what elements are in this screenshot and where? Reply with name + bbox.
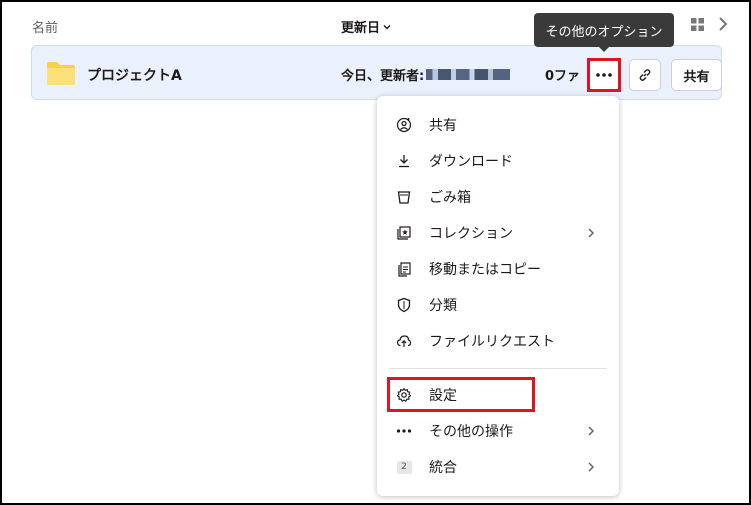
link-icon xyxy=(639,69,651,81)
menu-item-label: ファイルリクエスト xyxy=(429,334,555,350)
modified-text: 今日、更新者: xyxy=(341,69,425,84)
folder-icon xyxy=(47,62,75,85)
menu-item-label: 共有 xyxy=(429,118,457,134)
menu-item-move-copy[interactable]: 移動またはコピー xyxy=(377,254,619,284)
menu-item-label: 分類 xyxy=(429,298,457,314)
menu-item-collection[interactable]: コレクション xyxy=(377,218,619,248)
menu-item-label: その他の操作 xyxy=(429,424,513,440)
file-name[interactable]: プロジェクトA xyxy=(87,65,182,85)
redacted-username xyxy=(426,69,511,80)
tooltip-arrow xyxy=(598,46,610,52)
share-button[interactable]: 共有 xyxy=(671,59,722,91)
menu-item-integrations[interactable]: 2 統合 xyxy=(377,452,619,482)
more-options-button[interactable] xyxy=(587,58,621,92)
share-person-icon xyxy=(396,117,412,133)
column-header-modified[interactable]: 更新日 xyxy=(341,17,392,36)
menu-divider xyxy=(389,368,607,369)
download-icon xyxy=(396,153,412,169)
chevron-down-icon xyxy=(383,24,391,29)
modified-info: 今日、更新者: xyxy=(341,65,511,84)
more-horizontal-icon xyxy=(396,423,412,439)
copy-icon xyxy=(396,261,412,277)
grid-icon[interactable] xyxy=(691,18,704,31)
menu-item-more-actions[interactable]: その他の操作 xyxy=(377,416,619,446)
cloud-upload-icon xyxy=(396,333,412,349)
chevron-right-icon xyxy=(588,462,595,472)
menu-item-classify[interactable]: 分類 xyxy=(377,290,619,320)
context-menu: 共有 ダウンロード ごみ箱 コレクション 移動またはコピー 分類 ファイルリクエ… xyxy=(377,96,619,496)
more-horizontal-icon xyxy=(596,73,612,77)
chevron-right-icon[interactable] xyxy=(718,16,728,32)
menu-item-trash[interactable]: ごみ箱 xyxy=(377,182,619,212)
menu-item-label: ごみ箱 xyxy=(429,190,471,206)
settings-highlight-box xyxy=(387,377,535,412)
menu-item-label: 統合 xyxy=(429,460,457,476)
menu-item-download[interactable]: ダウンロード xyxy=(377,146,619,176)
chevron-right-icon xyxy=(588,426,595,436)
menu-item-file-request[interactable]: ファイルリクエスト xyxy=(377,326,619,356)
chevron-right-icon xyxy=(588,228,595,238)
copy-link-button[interactable] xyxy=(629,59,661,91)
trash-icon xyxy=(396,189,412,205)
integration-badge-icon: 2 xyxy=(396,459,412,475)
menu-item-label: 移動またはコピー xyxy=(429,262,541,278)
column-header-modified-label: 更新日 xyxy=(341,21,381,36)
menu-item-label: コレクション xyxy=(429,226,513,242)
more-options-tooltip: その他のオプション xyxy=(534,13,674,47)
menu-item-label: ダウンロード xyxy=(429,154,513,170)
collection-icon xyxy=(396,225,412,241)
file-count: 0ファ xyxy=(545,69,581,84)
menu-item-share[interactable]: 共有 xyxy=(377,110,619,140)
file-browser: 名前 更新日 プロジェクトA 今日、更新者: 0ファ 共有 その他のオプション xyxy=(2,2,749,503)
integration-count-badge: 2 xyxy=(396,460,412,474)
shield-icon xyxy=(396,297,412,313)
column-header-name[interactable]: 名前 xyxy=(32,17,58,36)
